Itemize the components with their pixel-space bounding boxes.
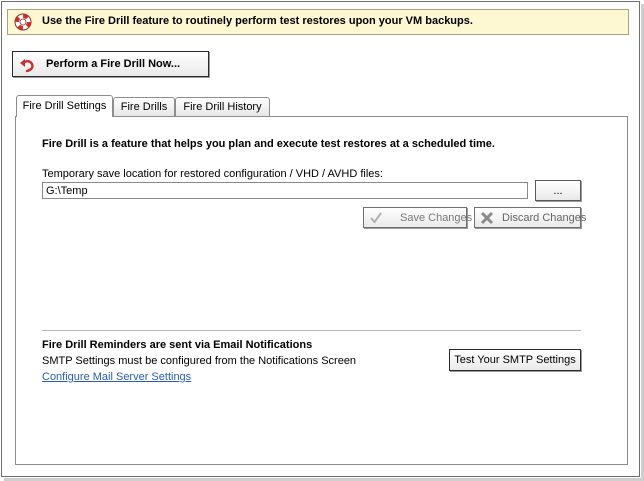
x-icon (480, 211, 494, 225)
save-changes-label: Save Changes (400, 212, 473, 224)
reminders-subtitle: SMTP Settings must be configured from th… (42, 355, 357, 367)
banner-text: Use the Fire Drill feature to routinely … (42, 15, 473, 27)
browse-button[interactable]: ... (535, 180, 581, 201)
discard-changes-button[interactable]: Discard Changes (474, 207, 586, 228)
test-smtp-button[interactable]: Test Your SMTP Settings (449, 349, 581, 371)
undo-arrow-icon (20, 59, 34, 73)
save-location-label: Temporary save location for restored con… (42, 168, 383, 180)
info-banner: Use the Fire Drill feature to routinely … (7, 9, 629, 35)
checkmark-icon (370, 212, 382, 224)
perform-fire-drill-label: Perform a Fire Drill Now... (46, 58, 181, 70)
tab-fire-drill-settings[interactable]: Fire Drill Settings (16, 95, 113, 117)
save-changes-button[interactable]: Save Changes (363, 207, 472, 228)
perform-fire-drill-button[interactable]: Perform a Fire Drill Now... (12, 51, 209, 77)
lifebuoy-icon (14, 13, 32, 31)
tab-fire-drill-history[interactable]: Fire Drill History (175, 97, 270, 116)
discard-changes-label: Discard Changes (502, 212, 587, 224)
reminders-title: Fire Drill Reminders are sent via Email … (42, 339, 313, 351)
configure-mail-server-link[interactable]: Configure Mail Server Settings (42, 371, 191, 383)
section-divider (42, 330, 581, 332)
tab-fire-drills[interactable]: Fire Drills (113, 97, 175, 116)
save-location-input[interactable] (42, 182, 528, 199)
settings-intro: Fire Drill is a feature that helps you p… (42, 138, 495, 150)
